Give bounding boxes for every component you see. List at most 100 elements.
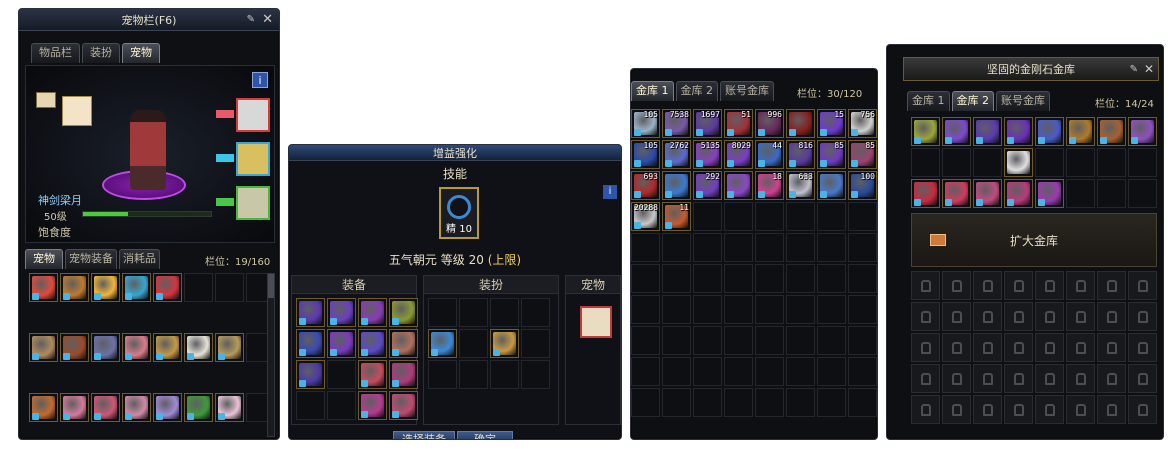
empty-slot[interactable] <box>631 388 660 417</box>
tab-account-vault[interactable]: 账号金库 <box>720 81 774 101</box>
vault-item-slot[interactable]: 18 <box>755 171 784 200</box>
vault-item-slot[interactable] <box>786 109 815 138</box>
equipment-slot[interactable] <box>389 391 418 420</box>
costume-slot[interactable] <box>490 329 519 358</box>
empty-slot[interactable] <box>490 360 519 389</box>
empty-slot[interactable] <box>459 298 488 327</box>
select-equipment-button[interactable]: 选择装备 <box>393 431 455 439</box>
pet-slot[interactable] <box>122 273 151 302</box>
empty-slot[interactable] <box>848 202 877 231</box>
tab-pet[interactable]: 宠物 <box>122 43 160 63</box>
vault-item-slot[interactable]: 633 <box>786 171 815 200</box>
vault-item-slot[interactable] <box>662 171 691 200</box>
vault-item-slot[interactable]: 7538 <box>662 109 691 138</box>
empty-slot[interactable] <box>973 148 1002 177</box>
pet-avatar-slot[interactable] <box>62 96 92 126</box>
info-button-2[interactable]: i <box>603 185 617 199</box>
vault-item-slot[interactable] <box>911 179 940 208</box>
empty-slot[interactable] <box>693 264 722 293</box>
pet-slot[interactable] <box>91 333 120 362</box>
vault-item-slot[interactable]: 292 <box>693 171 722 200</box>
vault-item-slot[interactable]: 816 <box>786 140 815 169</box>
empty-slot[interactable] <box>817 295 846 324</box>
vault-item-slot[interactable]: 51 <box>724 109 753 138</box>
vault-item-slot[interactable] <box>1004 179 1033 208</box>
equip-slot-blue[interactable] <box>236 142 270 176</box>
pet-slot[interactable] <box>153 333 182 362</box>
empty-slot[interactable] <box>817 202 846 231</box>
pet-slot[interactable] <box>153 393 182 422</box>
vault-item-slot[interactable] <box>1097 117 1126 146</box>
pet-slot[interactable] <box>184 333 213 362</box>
empty-slot[interactable] <box>848 388 877 417</box>
empty-slot[interactable] <box>693 357 722 386</box>
close-icon-2[interactable]: ✕ <box>1144 62 1154 76</box>
vault-item-slot[interactable] <box>942 179 971 208</box>
tab-vault-1[interactable]: 金库 1 <box>631 81 674 101</box>
confirm-button[interactable]: 确定 <box>457 431 513 439</box>
empty-slot[interactable] <box>184 273 213 302</box>
empty-slot[interactable] <box>662 233 691 262</box>
empty-slot[interactable] <box>817 357 846 386</box>
equipment-slot[interactable] <box>358 391 387 420</box>
empty-slot[interactable] <box>662 326 691 355</box>
pet-slot[interactable] <box>29 333 58 362</box>
vault-item-slot[interactable] <box>1004 117 1033 146</box>
vault-item-slot[interactable]: 44 <box>755 140 784 169</box>
empty-slot[interactable] <box>755 202 784 231</box>
empty-slot[interactable] <box>521 329 550 358</box>
vault-item-slot[interactable]: 105 <box>631 140 660 169</box>
empty-slot[interactable] <box>755 295 784 324</box>
pet-slot[interactable] <box>122 333 151 362</box>
empty-slot[interactable] <box>1066 148 1095 177</box>
vault-item-slot[interactable]: 756 <box>848 109 877 138</box>
tab-vault-2[interactable]: 金库 2 <box>675 81 718 101</box>
vault-item-slot[interactable] <box>1035 179 1064 208</box>
vault-item-slot[interactable] <box>817 171 846 200</box>
vault-item-slot[interactable]: 2762 <box>662 140 691 169</box>
empty-slot[interactable] <box>428 298 457 327</box>
subtab-pet-equip[interactable]: 宠物装备 <box>65 249 117 269</box>
empty-slot[interactable] <box>662 264 691 293</box>
empty-slot[interactable] <box>521 298 550 327</box>
empty-slot[interactable] <box>848 357 877 386</box>
pin-icon-2[interactable]: ✎ <box>1130 64 1138 75</box>
empty-slot[interactable] <box>1066 179 1095 208</box>
empty-slot[interactable] <box>724 233 753 262</box>
empty-slot[interactable] <box>724 295 753 324</box>
subtab-consumable[interactable]: 消耗品 <box>119 249 160 269</box>
tab-inventory[interactable]: 物品栏 <box>31 43 80 63</box>
empty-slot[interactable] <box>786 233 815 262</box>
empty-slot[interactable] <box>215 273 244 302</box>
pet-slot[interactable] <box>29 273 58 302</box>
empty-slot[interactable] <box>848 326 877 355</box>
empty-slot[interactable] <box>1097 179 1126 208</box>
pin-icon[interactable]: ✎ <box>247 14 255 25</box>
vault-item-slot[interactable]: 100 <box>848 171 877 200</box>
empty-slot[interactable] <box>786 388 815 417</box>
vault-item-slot[interactable] <box>1066 117 1095 146</box>
vault-item-slot[interactable] <box>973 117 1002 146</box>
vault-item-slot[interactable] <box>1128 117 1157 146</box>
vault-item-slot[interactable] <box>724 171 753 200</box>
empty-slot[interactable] <box>755 326 784 355</box>
tab-vault2-2[interactable]: 金库 2 <box>951 91 994 111</box>
equip-slot-red[interactable] <box>236 98 270 132</box>
empty-slot[interactable] <box>724 326 753 355</box>
costume-slot[interactable] <box>428 329 457 358</box>
pet-slot[interactable] <box>60 273 89 302</box>
empty-slot[interactable] <box>662 388 691 417</box>
equipment-slot[interactable] <box>389 360 418 389</box>
skill-icon[interactable]: 精 10 <box>439 187 479 239</box>
pet-slot[interactable] <box>153 273 182 302</box>
equipment-slot[interactable] <box>389 329 418 358</box>
empty-slot[interactable] <box>296 391 325 420</box>
empty-slot[interactable] <box>786 357 815 386</box>
vault-item-slot[interactable]: 5135 <box>693 140 722 169</box>
pet-slot[interactable] <box>29 393 58 422</box>
empty-slot[interactable] <box>786 295 815 324</box>
equipment-slot[interactable] <box>296 298 325 327</box>
empty-slot[interactable] <box>848 233 877 262</box>
vault-item-slot[interactable]: 11 <box>662 202 691 231</box>
pet-slot[interactable] <box>60 393 89 422</box>
